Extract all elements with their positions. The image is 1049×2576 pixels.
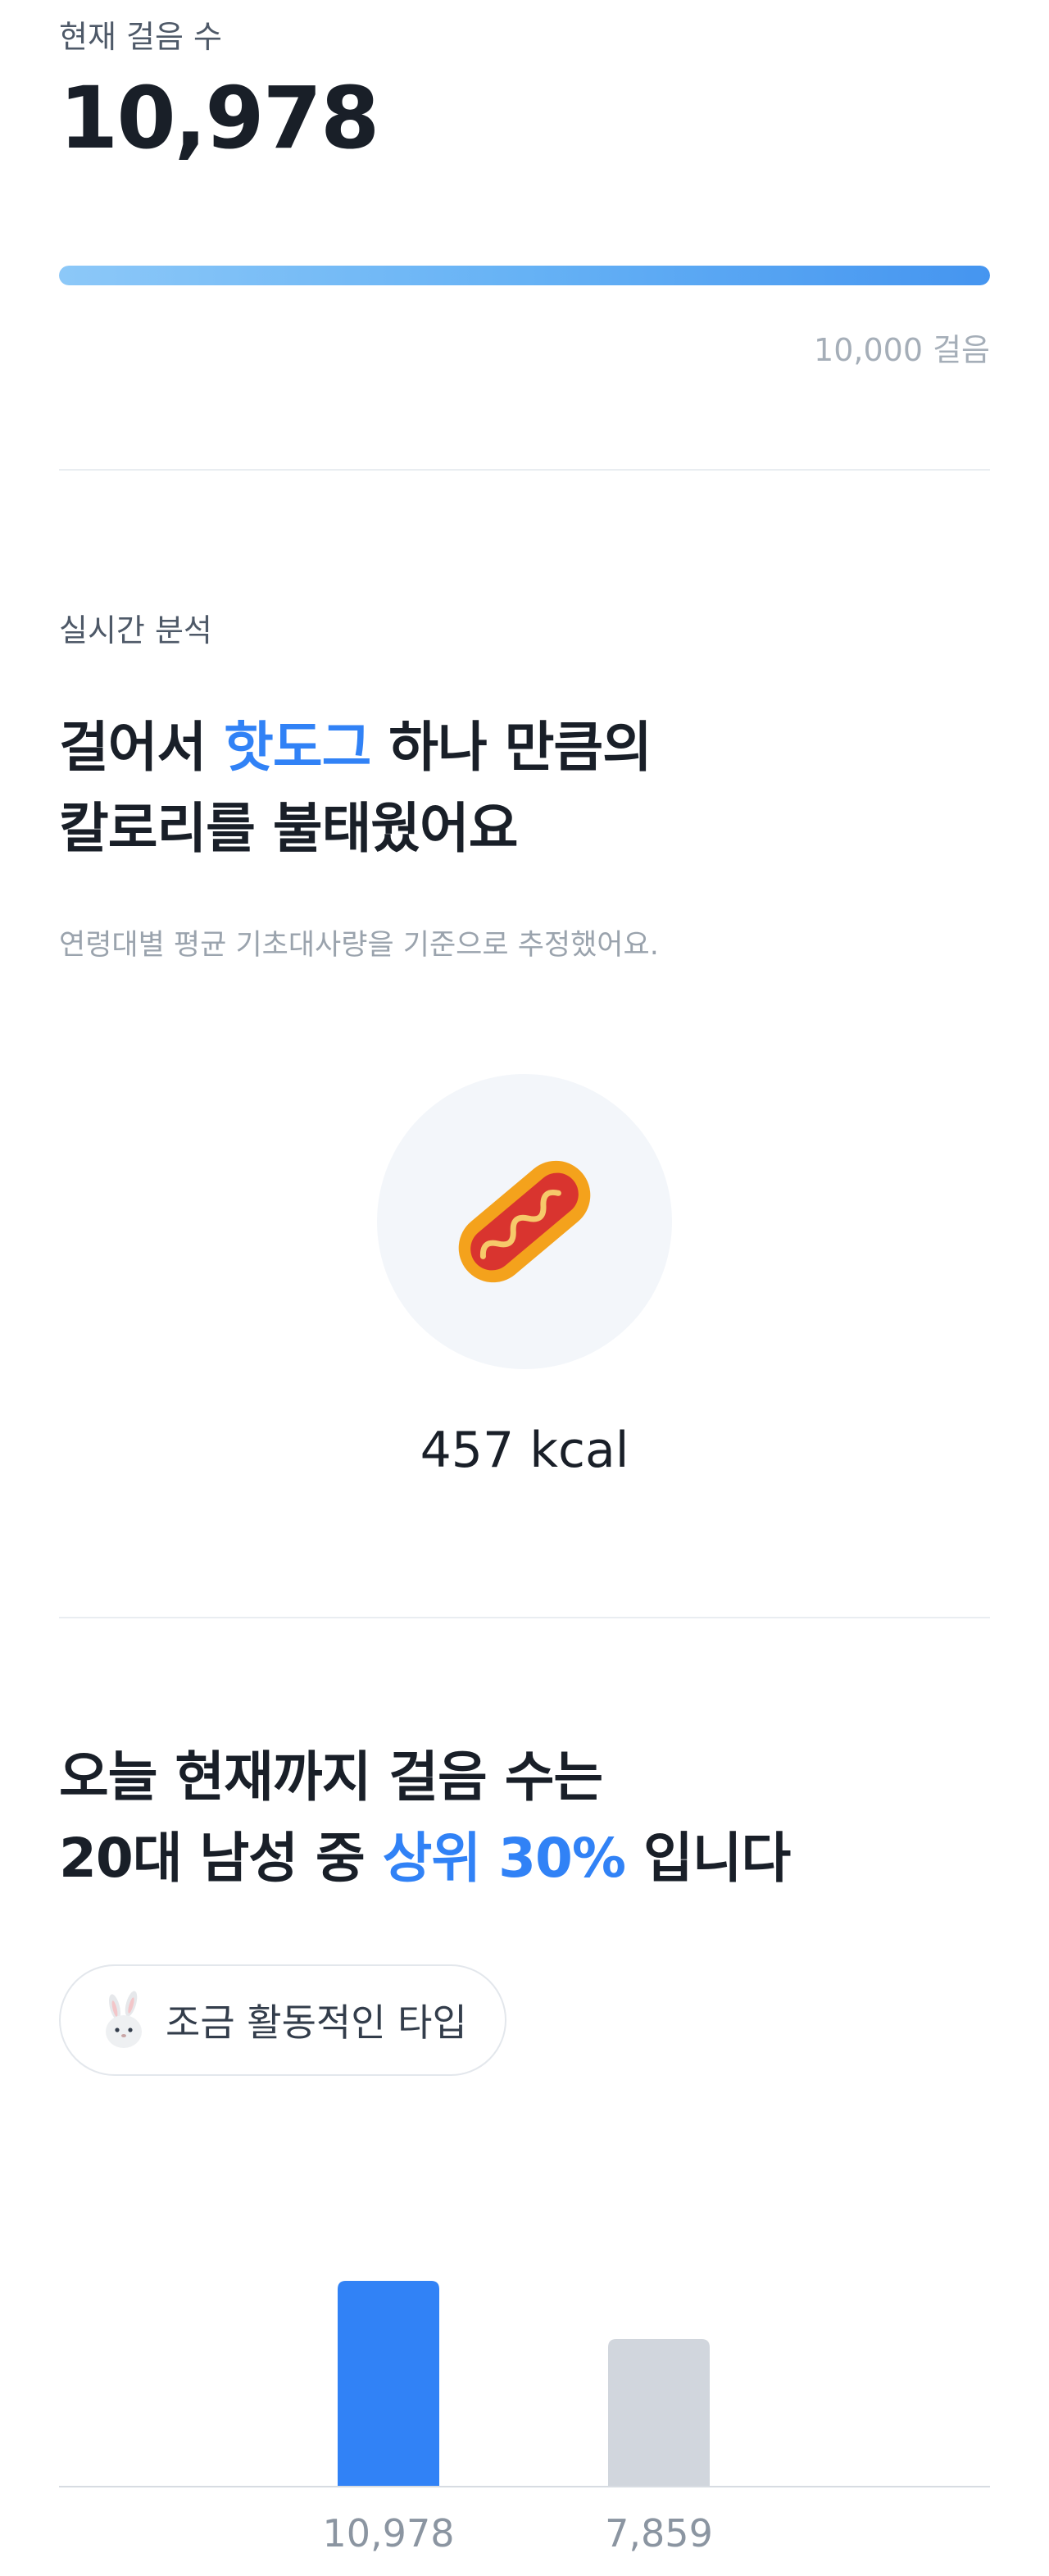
calorie-value: 457 kcal xyxy=(420,1422,629,1479)
chart-tick-label: 10,978 xyxy=(323,2511,455,2556)
chart-bar-group: 7,859 xyxy=(605,2339,713,2556)
activity-type-label: 조금 활동적인 타입 xyxy=(166,2000,467,2045)
analysis-section-label: 실시간 분석 xyxy=(59,612,212,649)
analysis-headline-line1: 걸어서 핫도그 하나 만큼의 xyxy=(59,716,652,779)
chart-bar-group: 10,978 xyxy=(323,2281,455,2556)
steps-label: 현재 걸음 수 xyxy=(59,19,222,55)
activity-type-badge[interactable]: 조금 활동적인 타입 xyxy=(59,1964,506,2076)
steps-count: 10,978 xyxy=(59,68,379,168)
analysis-note: 연령대별 평균 기초대사량을 기준으로 추정했어요. xyxy=(59,929,659,962)
steps-progress-fill xyxy=(59,266,990,285)
steps-comparison-chart: 10,978 7,859 xyxy=(59,2281,990,2556)
section-divider xyxy=(59,469,990,471)
rank-headline-line1: 오늘 현재까지 걸음 수는 xyxy=(59,1745,603,1809)
rank-headline: 오늘 현재까지 걸음 수는 20대 남성 중 상위 30% 입니다 xyxy=(59,1736,791,1899)
section-divider xyxy=(59,1617,990,1618)
chart-bar xyxy=(338,2281,439,2486)
steps-goal-label: 10,000 걸음 xyxy=(814,332,990,368)
chart-bar xyxy=(608,2339,710,2486)
rank-headline-line2: 20대 남성 중 상위 30% 입니다 xyxy=(59,1827,791,1890)
rabbit-icon xyxy=(106,1991,142,2048)
hotdog-icon xyxy=(458,1160,591,1283)
analysis-food-name: 핫도그 xyxy=(224,716,371,779)
rank-percent: 상위 30% xyxy=(382,1827,626,1890)
food-icon-circle xyxy=(377,1074,672,1369)
chart-tick-label: 7,859 xyxy=(605,2511,713,2556)
analysis-headline-line2: 칼로리를 불태웠어요 xyxy=(59,797,518,860)
analysis-headline: 걸어서 핫도그 하나 만큼의 칼로리를 불태웠어요 xyxy=(59,707,652,869)
steps-progress-bar xyxy=(59,266,990,285)
